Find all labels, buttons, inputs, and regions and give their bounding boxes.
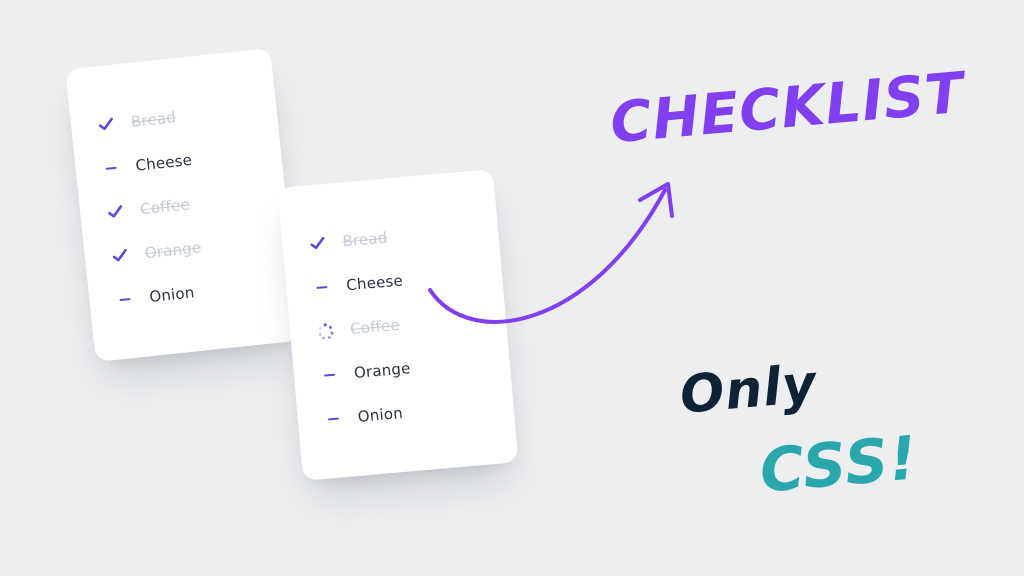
check-icon [105,202,125,222]
list-item[interactable]: Coffee [315,299,478,351]
item-label: Onion [148,283,195,306]
dash-icon [115,290,135,310]
list-item[interactable]: Onion [114,266,267,319]
list-item[interactable]: Orange [318,343,481,395]
check-icon [308,234,328,254]
checklist-card-a: Bread Cheese Coffee Orange Onion [65,48,301,362]
heading-only: Only [678,354,820,426]
item-label: Onion [357,404,404,426]
item-label: Cheese [135,151,193,175]
list-item[interactable]: Cheese [311,255,474,307]
heading-css: CSS! [757,423,920,506]
list-item[interactable]: Bread [307,212,470,264]
canvas: Bread Cheese Coffee Orange Onion Bread C… [0,0,1024,576]
heading-checklist: CHECKLIST [608,61,967,157]
spinner-icon [316,322,336,342]
item-label: Cheese [346,271,404,294]
item-label: Coffee [349,316,400,338]
dash-icon [323,409,343,429]
check-icon [110,246,130,266]
item-label: Coffee [139,195,190,218]
item-label: Bread [342,229,388,251]
check-icon [96,115,116,135]
dash-icon [101,158,121,178]
item-label: Orange [144,238,202,262]
checklist-card-b: Bread Cheese Coffee Orange Onion [278,169,519,481]
item-label: Orange [353,359,411,382]
item-label: Bread [130,108,177,131]
dash-icon [312,278,332,298]
list-item[interactable]: Onion [322,387,485,439]
dash-icon [319,365,339,385]
